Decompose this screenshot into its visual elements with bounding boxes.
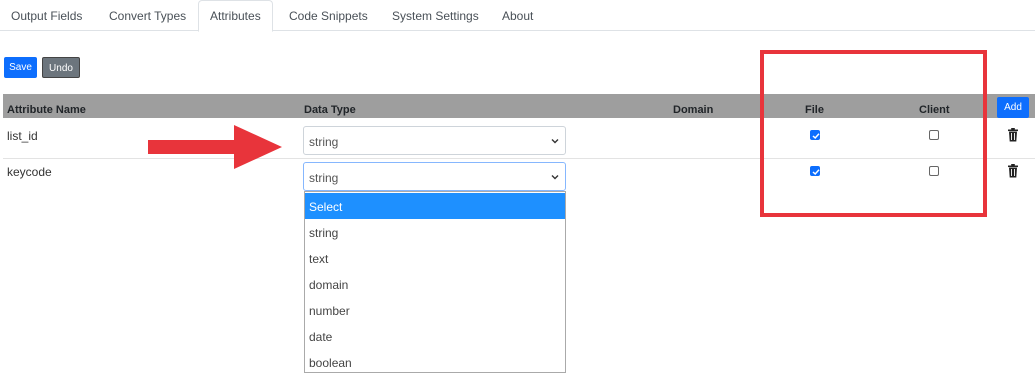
tab-attributes[interactable]: Attributes (198, 0, 273, 32)
data-type-select[interactable]: string (303, 126, 566, 155)
attribute-name-cell: list_id (7, 129, 38, 143)
select-value: string (309, 135, 339, 149)
trash-icon[interactable] (1007, 164, 1019, 178)
dropdown-option-text[interactable]: text (305, 245, 565, 271)
tab-output-fields[interactable]: Output Fields (0, 0, 93, 31)
dropdown-option-boolean[interactable]: boolean (305, 349, 565, 373)
tab-code-snippets[interactable]: Code Snippets (278, 0, 379, 31)
header-domain: Domain (673, 104, 714, 116)
data-type-dropdown-list: Select string text domain number date bo… (304, 191, 566, 373)
annotation-highlight-box (760, 50, 987, 217)
dropdown-option-date[interactable]: date (305, 323, 565, 349)
dropdown-option-domain[interactable]: domain (305, 271, 565, 297)
header-attribute-name: Attribute Name (7, 104, 86, 116)
trash-icon[interactable] (1007, 128, 1019, 142)
header-data-type: Data Type (304, 104, 356, 116)
data-type-select[interactable]: string (303, 162, 566, 191)
attribute-name-cell: keycode (7, 165, 52, 179)
tab-about[interactable]: About (491, 0, 544, 31)
save-button[interactable]: Save (4, 57, 37, 78)
undo-button[interactable]: Undo (42, 57, 80, 78)
tab-convert-types[interactable]: Convert Types (98, 0, 197, 31)
dropdown-option-select[interactable]: Select (305, 193, 565, 219)
select-value: string (309, 171, 339, 185)
chevron-down-icon (551, 175, 559, 180)
chevron-down-icon (551, 139, 559, 144)
dropdown-option-string[interactable]: string (305, 219, 565, 245)
dropdown-option-number[interactable]: number (305, 297, 565, 323)
add-button[interactable]: Add (997, 97, 1029, 118)
tab-bar: Output Fields Convert Types Attributes C… (0, 0, 1035, 32)
tab-system-settings[interactable]: System Settings (381, 0, 490, 31)
arrow-right-icon (148, 125, 282, 169)
